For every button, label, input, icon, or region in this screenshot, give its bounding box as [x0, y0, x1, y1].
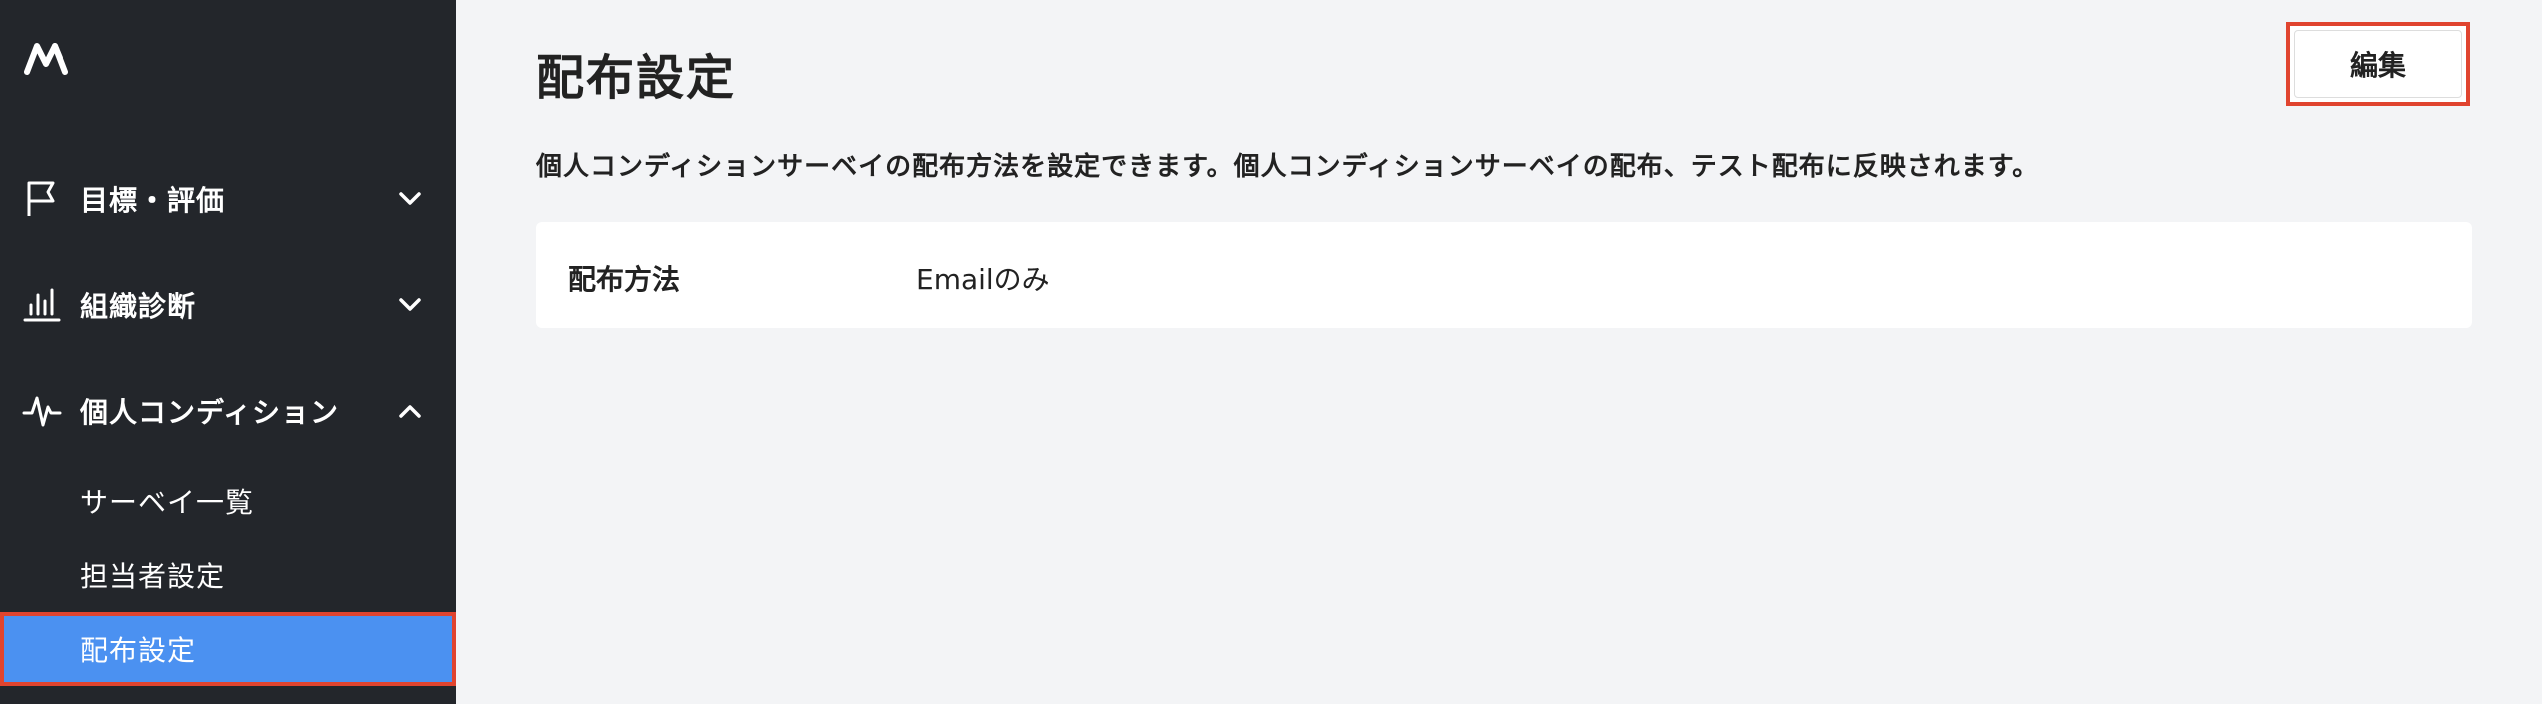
chevron-up-icon[interactable] [396, 397, 424, 425]
flag-icon [22, 179, 62, 219]
sidebar-subitem-distribution-settings[interactable]: 配布設定 [0, 612, 456, 686]
sidebar-subitem-survey-list[interactable]: サーベイ一覧 [0, 466, 456, 536]
sidebar-subitem-label: サーベイ一覧 [80, 486, 255, 519]
setting-value: Emailのみ [916, 263, 1050, 296]
edit-button-label: 編集 [2349, 49, 2406, 82]
page-title: 配布設定 [536, 50, 737, 106]
chevron-down-icon[interactable] [396, 185, 424, 213]
setting-label: 配布方法 [568, 263, 681, 296]
pulse-icon [22, 391, 62, 431]
sidebar-item-goals[interactable]: 目標・評価 [0, 164, 456, 234]
sidebar-item-personal-condition[interactable]: 個人コンディション [0, 376, 456, 446]
sidebar-subitem-label: 配布設定 [80, 634, 197, 667]
chevron-down-icon[interactable] [396, 291, 424, 319]
edit-button[interactable]: 編集 [2286, 22, 2470, 106]
sidebar-item-label: 組織診断 [80, 290, 197, 323]
main-content: 配布設定 編集 個人コンディションサーベイの配布方法を設定できます。個人コンディ… [456, 0, 2542, 704]
sidebar-subitem-label: 担当者設定 [80, 560, 226, 593]
brand-logo-icon[interactable] [24, 38, 74, 78]
bar-chart-icon [22, 285, 62, 325]
page-description: 個人コンディションサーベイの配布方法を設定できます。個人コンディションサーベイの… [536, 152, 2040, 182]
sidebar: 目標・評価 組織診断 個人コンディション サーベイ一覧 担当者設定 配布設定 [0, 0, 456, 704]
distribution-method-card: 配布方法 Emailのみ [536, 222, 2472, 328]
sidebar-item-label: 目標・評価 [80, 184, 226, 217]
sidebar-subitem-assignee-settings[interactable]: 担当者設定 [0, 540, 456, 610]
sidebar-item-label: 個人コンディション [80, 396, 340, 429]
sidebar-item-org-diagnosis[interactable]: 組織診断 [0, 270, 456, 340]
